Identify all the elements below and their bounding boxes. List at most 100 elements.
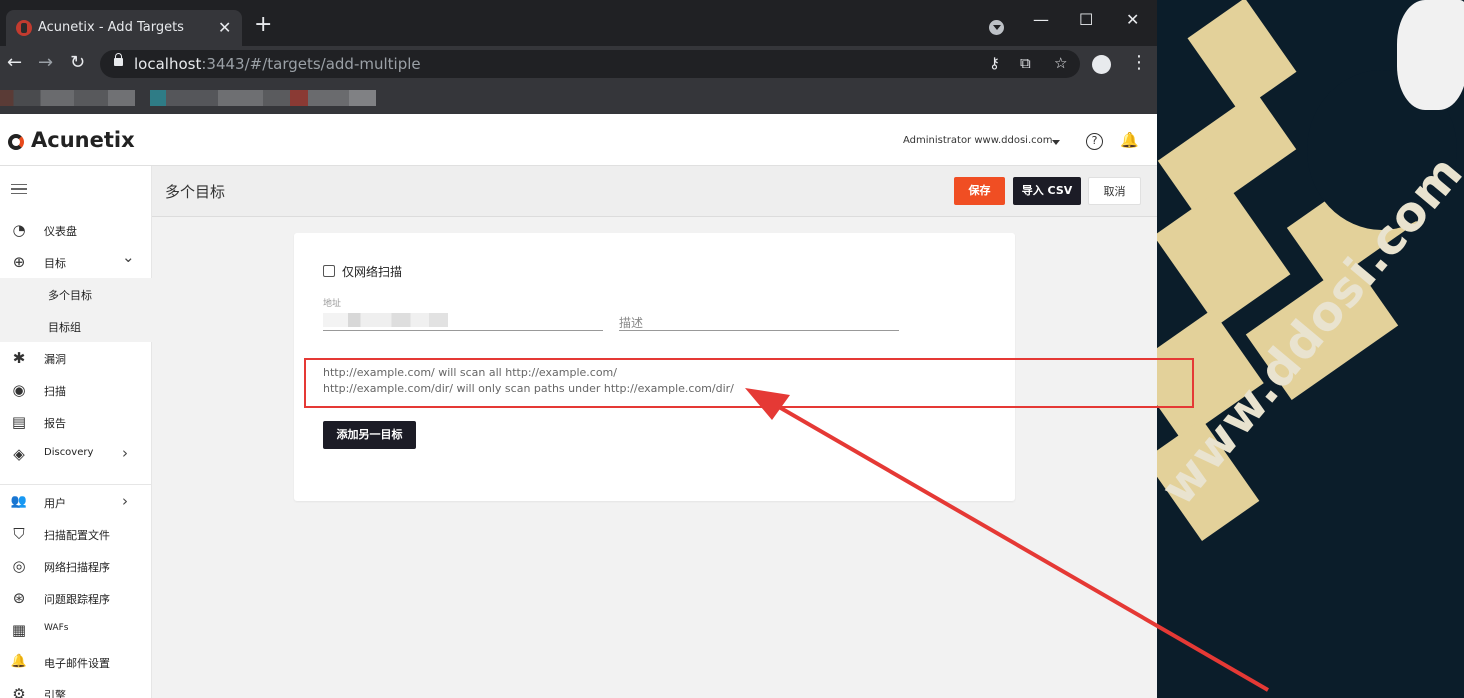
sidebar-item-target-groups[interactable]: 目标组 bbox=[0, 310, 152, 342]
lock-icon bbox=[114, 53, 123, 66]
url-text: localhost:3443/#/targets/add-multiple bbox=[134, 55, 421, 73]
minimize-button[interactable]: — bbox=[1033, 10, 1049, 29]
tab-strip: Acunetix - Add Targets ✕ + — ☐ ✕ bbox=[0, 0, 1157, 46]
waf-icon: ▦ bbox=[11, 621, 27, 639]
sidebar-item-label: 漏洞 bbox=[44, 353, 66, 366]
chevron-right-icon[interactable]: › bbox=[122, 444, 128, 462]
sidebar-item-label: 网络扫描程序 bbox=[44, 561, 110, 574]
chevron-down-icon[interactable]: ⌄ bbox=[122, 248, 135, 266]
tab-title: Acunetix - Add Targets bbox=[38, 20, 184, 35]
sidebar-item-label: 引擎 bbox=[44, 689, 66, 698]
shield-icon: ⛉ bbox=[13, 525, 25, 543]
sidebar-item-label: 问题跟踪程序 bbox=[44, 593, 110, 606]
add-another-target-button[interactable]: 添加另一目标 bbox=[323, 421, 416, 449]
report-icon: ▤ bbox=[11, 413, 27, 431]
sidebar-item-targets[interactable]: ⊕ 目标 ⌄ bbox=[0, 246, 152, 278]
acunetix-favicon-icon bbox=[16, 20, 32, 36]
dashboard-icon: ◔ bbox=[12, 221, 26, 239]
close-tab-icon[interactable]: ✕ bbox=[218, 18, 231, 37]
address-label: 地址 bbox=[323, 299, 342, 309]
maximize-button[interactable]: ☐ bbox=[1079, 10, 1093, 29]
blurred-address-value bbox=[323, 313, 448, 327]
sidebar-item-label: 目标 bbox=[44, 257, 66, 270]
network-only-checkbox[interactable] bbox=[323, 265, 335, 277]
engine-icon: ⚙ bbox=[12, 685, 26, 698]
sidebar-item-discovery[interactable]: ◈ Discovery › bbox=[0, 438, 152, 470]
scan-icon: ◉ bbox=[12, 381, 26, 399]
address-bar[interactable]: localhost:3443/#/targets/add-multiple ⚷ … bbox=[100, 50, 1080, 78]
caret-down-icon[interactable] bbox=[1052, 140, 1060, 145]
hamburger-menu-icon[interactable] bbox=[11, 184, 27, 194]
annotation-highlight-box bbox=[304, 358, 1194, 408]
wallpaper-tile bbox=[1157, 184, 1291, 326]
sidebar-item-dashboard[interactable]: ◔ 仪表盘 bbox=[0, 214, 152, 246]
sidebar-item-label: 多个目标 bbox=[48, 289, 92, 302]
sidebar-item-issue-trackers[interactable]: ⊛ 问题跟踪程序 bbox=[0, 582, 152, 614]
close-window-button[interactable]: ✕ bbox=[1126, 10, 1139, 29]
browser-tab[interactable]: Acunetix - Add Targets ✕ bbox=[6, 10, 242, 46]
forward-icon[interactable]: → bbox=[38, 52, 53, 73]
sidebar-item-label: 仪表盘 bbox=[44, 225, 77, 238]
translate-icon[interactable]: ⧉ bbox=[1020, 54, 1031, 72]
sidebar-item-email-settings[interactable]: 🔔 电子邮件设置 bbox=[0, 646, 152, 678]
acunetix-logo-icon bbox=[8, 134, 24, 150]
sidebar-item-network-scanner[interactable]: ◎ 网络扫描程序 bbox=[0, 550, 152, 582]
sidebar-divider bbox=[0, 484, 152, 485]
import-csv-button[interactable]: 导入 CSV bbox=[1013, 177, 1081, 205]
sidebar-item-label: 电子邮件设置 bbox=[44, 657, 110, 670]
sidebar-item-users[interactable]: 👥 用户 › bbox=[0, 486, 152, 518]
users-icon: 👥 bbox=[10, 494, 28, 509]
sidebar-item-label: 扫描配置文件 bbox=[44, 529, 110, 542]
bell-outline-icon: 🔔 bbox=[10, 654, 28, 669]
key-icon[interactable]: ⚷ bbox=[989, 54, 1000, 72]
sidebar-item-reports[interactable]: ▤ 报告 bbox=[0, 406, 152, 438]
save-button[interactable]: 保存 bbox=[954, 177, 1005, 205]
wallpaper-figure bbox=[1397, 0, 1464, 110]
browser-toolbar: ← → ↻ localhost:3443/#/targets/add-multi… bbox=[0, 46, 1157, 82]
address-input[interactable] bbox=[323, 311, 603, 331]
app-header: Acunetix Administrator www.ddosi.com ? 🔔 bbox=[0, 114, 1157, 166]
sidebar-item-label: WAFs bbox=[44, 623, 69, 633]
tab-search-icon[interactable] bbox=[989, 20, 1004, 35]
sidebar-item-scans[interactable]: ◉ 扫描 bbox=[0, 374, 152, 406]
profile-icon[interactable] bbox=[1092, 55, 1111, 74]
page-header: 多个目标 保存 导入 CSV 取消 bbox=[152, 166, 1157, 217]
bookmarks-bar bbox=[0, 82, 1157, 114]
page-title: 多个目标 bbox=[165, 183, 226, 201]
reload-icon[interactable]: ↻ bbox=[70, 52, 85, 73]
compass-icon: ◈ bbox=[13, 445, 25, 463]
bookmark-star-icon[interactable]: ☆ bbox=[1054, 54, 1067, 72]
network-only-label[interactable]: 仅网络扫描 bbox=[342, 263, 402, 280]
browser-window: Acunetix - Add Targets ✕ + — ☐ ✕ ← → ↻ l… bbox=[0, 0, 1157, 698]
sidebar-item-label: 扫描 bbox=[44, 385, 66, 398]
sidebar: ◔ 仪表盘 ⊕ 目标 ⌄ 多个目标 目标组 ✱ 漏洞 ◉ 扫描 ▤ 报告 ◈ D… bbox=[0, 166, 152, 698]
sidebar-item-label: 用户 bbox=[44, 497, 66, 510]
cancel-button[interactable]: 取消 bbox=[1088, 177, 1141, 205]
new-tab-button[interactable]: + bbox=[254, 14, 272, 36]
sidebar-item-label: Discovery bbox=[44, 447, 94, 458]
app-logo[interactable]: Acunetix bbox=[31, 128, 135, 152]
blurred-bookmark[interactable] bbox=[0, 90, 135, 106]
sidebar-item-label: 目标组 bbox=[48, 321, 81, 334]
description-placeholder: 描述 bbox=[619, 316, 644, 330]
help-icon[interactable]: ? bbox=[1086, 133, 1103, 150]
sidebar-item-vulnerabilities[interactable]: ✱ 漏洞 bbox=[0, 342, 152, 374]
sidebar-item-wafs[interactable]: ▦ WAFs bbox=[0, 614, 152, 646]
sidebar-item-multiple-targets[interactable]: 多个目标 bbox=[0, 278, 152, 310]
target-icon: ⊕ bbox=[12, 253, 26, 271]
wallpaper-tile bbox=[1187, 0, 1297, 112]
issue-tracker-icon: ⊛ bbox=[12, 589, 26, 607]
notification-bell-icon[interactable]: 🔔 bbox=[1120, 131, 1139, 149]
sidebar-item-label: 报告 bbox=[44, 417, 66, 430]
network-scanner-icon: ◎ bbox=[12, 557, 26, 575]
description-input[interactable]: 描述 bbox=[619, 311, 899, 331]
sidebar-item-engines[interactable]: ⚙ 引擎 bbox=[0, 678, 152, 698]
blurred-bookmark[interactable] bbox=[150, 90, 376, 106]
browser-menu-icon[interactable]: ⋮ bbox=[1130, 52, 1148, 73]
chevron-right-icon[interactable]: › bbox=[122, 492, 128, 510]
bug-icon: ✱ bbox=[12, 349, 26, 367]
back-icon[interactable]: ← bbox=[7, 52, 22, 73]
main-content: 多个目标 保存 导入 CSV 取消 仅网络扫描 地址 描述 http://exa… bbox=[152, 166, 1157, 698]
sidebar-item-scan-profiles[interactable]: ⛉ 扫描配置文件 bbox=[0, 518, 152, 550]
user-menu[interactable]: Administrator www.ddosi.com bbox=[903, 135, 1052, 146]
